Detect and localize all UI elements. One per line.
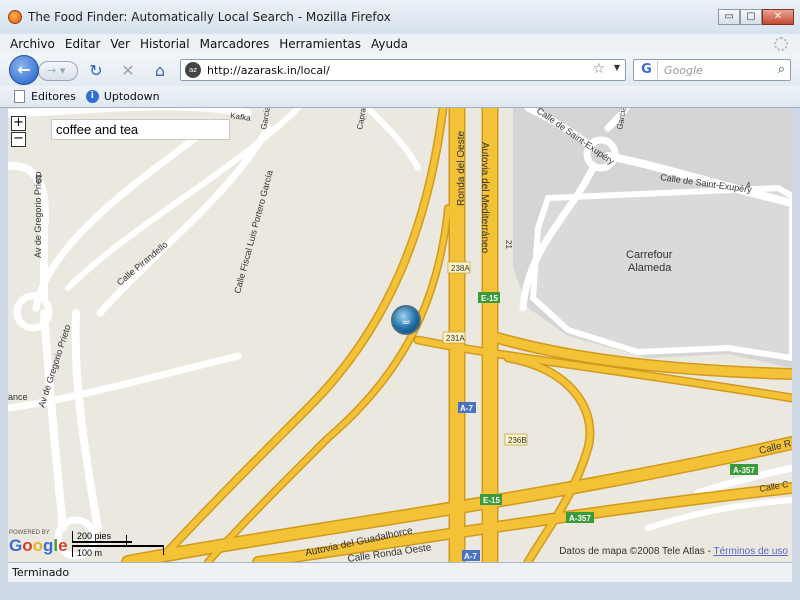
reload-icon[interactable]: ↻ <box>86 61 106 81</box>
close-button[interactable]: ✕ <box>762 9 794 25</box>
map-attribution: Datos de mapa ©2008 Tele Atlas - Término… <box>559 546 788 557</box>
bookmark-star-icon[interactable]: ☆ <box>592 61 605 77</box>
info-icon: i <box>85 90 99 103</box>
google-logo-text: Google <box>9 536 68 555</box>
label-num-21: 21 <box>504 240 513 249</box>
window-bottom-frame <box>0 582 800 600</box>
bookmark-label: Editores <box>31 90 76 103</box>
scale-feet: 200 pies <box>72 531 132 543</box>
terms-link[interactable]: Términos de uso <box>714 546 788 557</box>
scale-tick-feet <box>126 535 127 545</box>
navigation-toolbar: → ▾ ← ↻ ✕ ⌂ az http://azarask.in/local/ … <box>0 54 800 86</box>
window-controls: ▭ ▢ ✕ <box>718 9 794 25</box>
exit-231a: 231A <box>446 334 465 343</box>
minimize-button[interactable]: ▭ <box>718 9 740 25</box>
search-icon[interactable]: ⌕ <box>778 62 785 77</box>
firefox-icon <box>8 10 22 24</box>
menu-archivo[interactable]: Archivo <box>10 37 55 51</box>
search-bar[interactable]: G Google ⌕ <box>633 59 791 81</box>
shield-a357-a: A-357 <box>733 466 755 475</box>
exit-236b: 236B <box>508 436 527 445</box>
label-alameda: Alameda <box>628 262 672 274</box>
status-bar: Terminado <box>8 562 792 582</box>
browser-window: The Food Finder: Automatically Local Sea… <box>0 0 800 600</box>
page-icon <box>14 90 25 103</box>
exit-238a: 238A <box>451 264 470 273</box>
attribution-text: Datos de mapa ©2008 Tele Atlas - <box>559 546 714 557</box>
url-bar[interactable]: az http://azarask.in/local/ ☆ ▼ <box>180 59 626 81</box>
label-carrefour: Carrefour <box>626 249 673 261</box>
back-button[interactable]: ← <box>9 55 39 85</box>
menu-marcadores[interactable]: Marcadores <box>200 37 270 51</box>
maximize-button[interactable]: ▢ <box>740 9 762 25</box>
coffee-cup-icon: ☕ <box>401 314 411 327</box>
menu-historial[interactable]: Historial <box>140 37 190 51</box>
map-canvas[interactable]: Ronda del Oeste Autovia del Mediterráneo… <box>8 108 792 562</box>
menu-bar: Archivo Editar Ver Historial Marcadores … <box>0 34 800 54</box>
menu-ver[interactable]: Ver <box>110 37 130 51</box>
bookmark-label: Uptodown <box>103 90 160 103</box>
shield-a7-a: A-7 <box>460 404 473 413</box>
map-viewport[interactable]: Ronda del Oeste Autovia del Mediterráneo… <box>8 108 792 562</box>
scale-meters: 100 m <box>72 545 164 558</box>
local-search-input[interactable]: coffee and tea <box>51 119 230 140</box>
zoom-out-button[interactable]: − <box>11 132 26 147</box>
menu-editar[interactable]: Editar <box>65 37 101 51</box>
label-num-4: 4 <box>746 181 751 190</box>
site-favicon-icon: az <box>185 62 201 78</box>
url-dropdown-icon[interactable]: ▼ <box>614 63 620 72</box>
coffee-location-marker[interactable]: ☕ <box>391 305 421 335</box>
forward-button[interactable]: → ▾ <box>38 61 78 81</box>
shield-a7-b: A-7 <box>464 552 477 561</box>
home-icon[interactable]: ⌂ <box>150 61 170 81</box>
shield-e15-b: E-15 <box>483 496 500 505</box>
zoom-in-button[interactable]: + <box>11 116 26 131</box>
google-logo[interactable]: POWERED BY Google <box>9 530 68 556</box>
label-gregorio-1: Av de Gregorio Prieto <box>33 172 43 258</box>
window-title: The Food Finder: Automatically Local Sea… <box>28 10 391 24</box>
search-engine-icon[interactable]: G <box>636 61 658 79</box>
menu-herramientas[interactable]: Herramientas <box>279 37 361 51</box>
label-ronda-oeste: Ronda del Oeste <box>456 131 467 206</box>
scale-tick-meters <box>163 545 164 555</box>
shield-e15-a: E-15 <box>481 294 498 303</box>
stop-icon[interactable]: ✕ <box>118 61 138 81</box>
bookmark-uptodown[interactable]: i Uptodown <box>85 90 160 103</box>
status-text: Terminado <box>12 566 70 579</box>
label-autovia-mediterraneo: Autovia del Mediterráneo <box>479 142 490 254</box>
menu-ayuda[interactable]: Ayuda <box>371 37 408 51</box>
bookmark-editores[interactable]: Editores <box>14 90 76 103</box>
bookmarks-toolbar: Editores i Uptodown <box>0 86 800 108</box>
shield-a357-b: A-357 <box>569 514 591 523</box>
url-text[interactable]: http://azarask.in/local/ <box>207 64 330 77</box>
label-ance: ance <box>8 392 28 402</box>
throbber-icon <box>774 37 788 51</box>
label-num-19: 19 <box>34 174 43 183</box>
title-bar: The Food Finder: Automatically Local Sea… <box>0 0 800 34</box>
search-input[interactable]: Google <box>664 64 703 77</box>
